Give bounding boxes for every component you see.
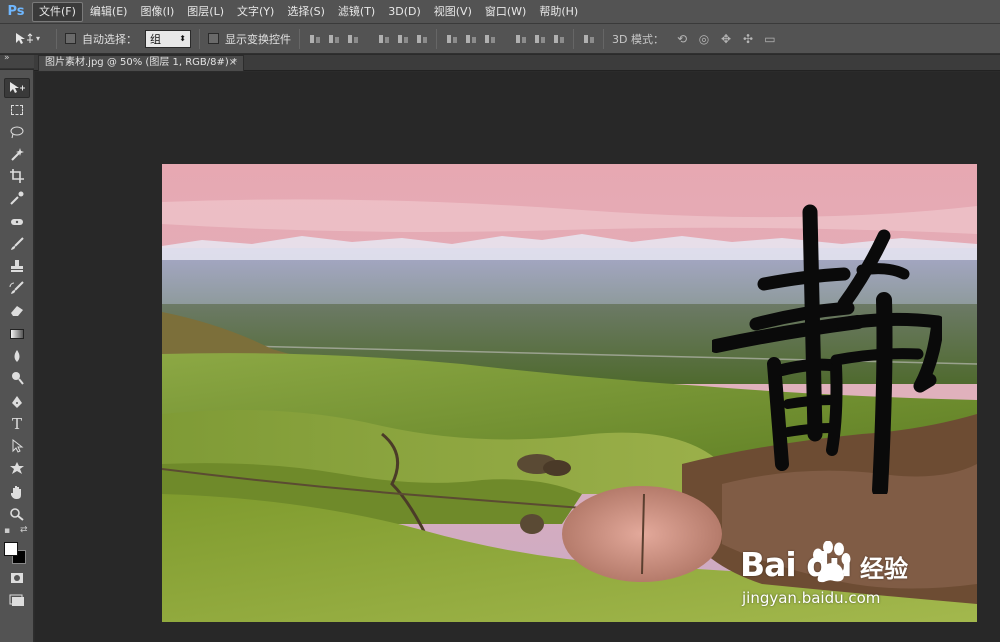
hand-tool-icon[interactable] bbox=[4, 482, 30, 502]
toolbox: T ▪ ⇄ bbox=[0, 70, 34, 642]
menu-select[interactable]: 选择(S) bbox=[281, 2, 331, 22]
move-tool-icon[interactable] bbox=[4, 78, 30, 98]
separator bbox=[436, 28, 437, 49]
brush-tool-icon[interactable] bbox=[4, 234, 30, 254]
close-icon[interactable]: × bbox=[229, 56, 237, 70]
menu-filter[interactable]: 滤镜(T) bbox=[332, 2, 381, 22]
roll-3d-icon[interactable]: ◎ bbox=[696, 32, 712, 46]
distribute-hcenter-icon[interactable] bbox=[533, 32, 546, 46]
menu-view[interactable]: 视图(V) bbox=[428, 2, 478, 22]
align-hcenter-icon[interactable] bbox=[396, 32, 409, 46]
blur-tool-icon[interactable] bbox=[4, 346, 30, 366]
menu-file[interactable]: 文件(F) bbox=[32, 1, 83, 22]
separator bbox=[299, 28, 300, 49]
show-transform-checkbox[interactable] bbox=[208, 33, 219, 44]
align-vcenter-icon[interactable] bbox=[327, 32, 340, 46]
rotate-3d-icon[interactable]: ⟲ bbox=[674, 32, 690, 46]
watermark-url: jingyan.baidu.com bbox=[742, 589, 881, 607]
history-brush-tool-icon[interactable] bbox=[4, 278, 30, 298]
document-tab-title: 图片素材.jpg @ 50% (图层 1, RGB/8#) * bbox=[45, 57, 237, 68]
menu-3d[interactable]: 3D(D) bbox=[382, 2, 427, 22]
crop-tool-icon[interactable] bbox=[4, 166, 30, 186]
updown-arrows-icon: ⬍ bbox=[179, 34, 186, 43]
distribute-group bbox=[445, 32, 565, 46]
auto-select-label: 自动选择： bbox=[82, 32, 137, 46]
menu-type[interactable]: 文字(Y) bbox=[231, 2, 280, 22]
menu-bar: Ps 文件(F) 编辑(E) 图像(I) 图层(L) 文字(Y) 选择(S) 滤… bbox=[0, 0, 1000, 24]
baidu-jingyan-watermark: Bai du 经验 jingyan.baidu.com bbox=[740, 541, 945, 617]
drag-3d-icon[interactable]: ✥ bbox=[718, 32, 734, 46]
baidu-paw-icon bbox=[813, 541, 851, 583]
3d-mode-group: ⟲ ◎ ✥ ✣ ▭ bbox=[674, 32, 778, 46]
type-tool-icon[interactable]: T bbox=[4, 414, 30, 434]
healing-brush-tool-icon[interactable] bbox=[4, 212, 30, 232]
panel-collapse-strip[interactable]: » bbox=[0, 53, 34, 69]
auto-align-icon[interactable] bbox=[582, 32, 595, 46]
double-chevron-icon: » bbox=[4, 53, 10, 63]
distribute-right-icon[interactable] bbox=[552, 32, 565, 46]
jing-calligraphy-overlay bbox=[712, 204, 942, 494]
move-arrow-icon bbox=[16, 32, 33, 44]
separator bbox=[573, 28, 574, 49]
gradient-tool-icon[interactable] bbox=[4, 324, 30, 344]
lasso-tool-icon[interactable] bbox=[4, 122, 30, 142]
menu-layer[interactable]: 图层(L) bbox=[181, 2, 230, 22]
auto-select-checkbox[interactable] bbox=[65, 33, 76, 44]
zoom-tool-icon[interactable] bbox=[4, 504, 30, 524]
document-canvas-image[interactable]: Bai du 经验 jingyan.baidu.com bbox=[162, 164, 977, 622]
eyedropper-tool-icon[interactable] bbox=[4, 188, 30, 208]
separator bbox=[56, 28, 57, 49]
default-colors-icon[interactable]: ▪ bbox=[4, 526, 10, 536]
distribute-vcenter-icon[interactable] bbox=[464, 32, 477, 46]
clone-stamp-tool-icon[interactable] bbox=[4, 256, 30, 276]
menu-help[interactable]: 帮助(H) bbox=[533, 2, 584, 22]
align-right-icon[interactable] bbox=[415, 32, 428, 46]
align-bottom-icon[interactable] bbox=[346, 32, 359, 46]
distribute-top-icon[interactable] bbox=[445, 32, 458, 46]
options-bar: ▾ 自动选择： 组 ⬍ 显示变换控件 3D 模式： ⟲ ◎ ✥ ✣ ▭ bbox=[0, 24, 1000, 54]
dodge-tool-icon[interactable] bbox=[4, 368, 30, 388]
slide-3d-icon[interactable]: ✣ bbox=[740, 32, 756, 46]
align-top-icon[interactable] bbox=[308, 32, 321, 46]
scale-3d-icon[interactable]: ▭ bbox=[762, 32, 778, 46]
auto-select-dropdown[interactable]: 组 ⬍ bbox=[145, 29, 191, 48]
marquee-tool-icon[interactable] bbox=[4, 100, 30, 120]
distribute-left-icon[interactable] bbox=[514, 32, 527, 46]
path-selection-tool-icon[interactable] bbox=[4, 436, 30, 456]
shape-tool-icon[interactable] bbox=[4, 458, 30, 478]
magic-wand-tool-icon[interactable] bbox=[4, 144, 30, 164]
separator bbox=[199, 28, 200, 49]
menu-window[interactable]: 窗口(W) bbox=[479, 2, 532, 22]
distribute-bottom-icon[interactable] bbox=[483, 32, 496, 46]
photoshop-logo: Ps bbox=[7, 4, 25, 19]
align-left-icon[interactable] bbox=[377, 32, 390, 46]
document-tab-bar: 图片素材.jpg @ 50% (图层 1, RGB/8#) * × bbox=[34, 55, 1000, 71]
watermark-jingyan: 经验 bbox=[860, 555, 908, 583]
swap-colors-icon[interactable]: ⇄ bbox=[20, 525, 28, 535]
mode-3d-label: 3D 模式： bbox=[612, 32, 664, 46]
document-tab[interactable]: 图片素材.jpg @ 50% (图层 1, RGB/8#) * × bbox=[38, 55, 244, 71]
tool-preset-picker[interactable]: ▾ bbox=[14, 32, 48, 46]
pen-tool-icon[interactable] bbox=[4, 392, 30, 412]
show-transform-label: 显示变换控件 bbox=[225, 32, 291, 46]
separator bbox=[603, 28, 604, 49]
auto-select-value: 组 bbox=[150, 32, 161, 46]
align-group bbox=[308, 32, 428, 46]
chevron-down-icon: ▾ bbox=[36, 34, 41, 43]
menu-image[interactable]: 图像(I) bbox=[134, 2, 180, 22]
menu-edit[interactable]: 编辑(E) bbox=[84, 2, 134, 22]
screen-mode-icon[interactable] bbox=[4, 590, 30, 610]
eraser-tool-icon[interactable] bbox=[4, 300, 30, 320]
foreground-color-swatch[interactable] bbox=[4, 542, 18, 556]
quick-mask-icon[interactable] bbox=[4, 568, 30, 588]
